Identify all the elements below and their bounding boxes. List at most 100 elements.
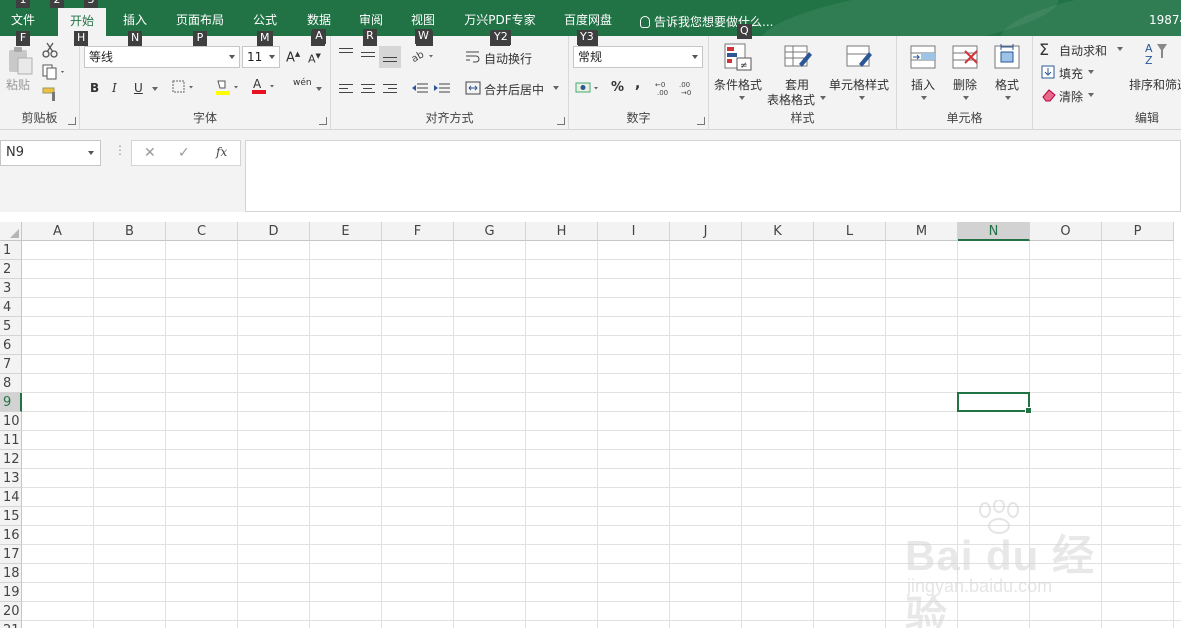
underline-button[interactable]: U bbox=[134, 81, 143, 95]
cell-styles-button[interactable]: 单元格样式 bbox=[829, 76, 889, 93]
alignment-launcher[interactable] bbox=[557, 117, 565, 125]
decrease-font-size-icon[interactable]: A▼ bbox=[308, 52, 321, 66]
insert-function-icon[interactable]: fx bbox=[216, 145, 227, 159]
column-header-h[interactable]: H bbox=[526, 222, 598, 241]
autosum-icon[interactable]: Σ bbox=[1039, 40, 1049, 59]
insert-cells-icon[interactable] bbox=[909, 42, 939, 72]
insert-cells-button[interactable]: 插入 bbox=[911, 76, 935, 93]
merge-dropdown-icon[interactable] bbox=[553, 86, 559, 90]
italic-button[interactable]: I bbox=[112, 81, 117, 95]
number-format-select[interactable]: 常规 bbox=[573, 46, 703, 68]
format-painter-icon[interactable] bbox=[42, 86, 60, 105]
wrap-text-icon[interactable] bbox=[465, 50, 481, 67]
column-header-i[interactable]: I bbox=[598, 222, 670, 241]
column-header-f[interactable]: F bbox=[382, 222, 454, 241]
row-header-21[interactable]: 21 bbox=[0, 621, 22, 628]
eraser-icon[interactable] bbox=[1041, 88, 1057, 105]
row-header-15[interactable]: 15 bbox=[0, 507, 22, 526]
select-all-button[interactable] bbox=[0, 222, 22, 241]
autosum-button[interactable]: 自动求和 bbox=[1059, 42, 1107, 59]
sort-filter-button[interactable]: 排序和筛选 bbox=[1129, 76, 1181, 93]
clipboard-launcher[interactable] bbox=[68, 117, 76, 125]
row-header-2[interactable]: 2 bbox=[0, 260, 22, 279]
row-header-8[interactable]: 8 bbox=[0, 374, 22, 393]
delete-cells-button[interactable]: 删除 bbox=[953, 76, 977, 93]
row-header-6[interactable]: 6 bbox=[0, 336, 22, 355]
column-header-a[interactable]: A bbox=[22, 222, 94, 241]
row-header-13[interactable]: 13 bbox=[0, 469, 22, 488]
format-cells-button[interactable]: 格式 bbox=[995, 76, 1019, 93]
orientation-icon[interactable]: ab bbox=[410, 48, 437, 67]
wrap-text-button[interactable]: 自动换行 bbox=[484, 50, 532, 67]
sort-filter-icon[interactable]: AZ bbox=[1143, 40, 1173, 70]
column-header-p[interactable]: P bbox=[1102, 222, 1174, 241]
row-header-12[interactable]: 12 bbox=[0, 450, 22, 469]
delete-cells-icon[interactable] bbox=[951, 42, 981, 72]
increase-indent-icon[interactable] bbox=[433, 82, 451, 99]
font-color-icon[interactable]: A bbox=[250, 77, 278, 98]
row-header-19[interactable]: 19 bbox=[0, 583, 22, 602]
clear-dropdown-icon[interactable] bbox=[1088, 93, 1094, 97]
row-header-14[interactable]: 14 bbox=[0, 488, 22, 507]
cell-styles-icon[interactable] bbox=[845, 42, 875, 72]
phonetic-dropdown-icon[interactable] bbox=[316, 87, 322, 91]
row-header-20[interactable]: 20 bbox=[0, 602, 22, 621]
column-header-k[interactable]: K bbox=[742, 222, 814, 241]
align-bottom-icon[interactable] bbox=[379, 46, 401, 68]
phonetic-guide-button[interactable]: wén bbox=[293, 78, 312, 88]
format-as-table-line2[interactable]: 表格格式 bbox=[767, 91, 815, 108]
column-header-d[interactable]: D bbox=[238, 222, 310, 241]
format-cells-icon[interactable] bbox=[993, 42, 1023, 72]
paste-button[interactable]: 粘贴 bbox=[6, 76, 30, 93]
column-header-n[interactable]: N bbox=[958, 222, 1030, 241]
row-header-3[interactable]: 3 bbox=[0, 279, 22, 298]
row-header-5[interactable]: 5 bbox=[0, 317, 22, 336]
user-account[interactable]: 19874 bbox=[1149, 13, 1181, 27]
increase-font-size-icon[interactable]: A▲ bbox=[286, 50, 300, 65]
formula-input[interactable] bbox=[245, 140, 1181, 212]
currency-icon[interactable] bbox=[575, 80, 601, 99]
name-box[interactable]: N9 bbox=[0, 140, 101, 166]
decrease-decimal-icon[interactable]: .00 →0 bbox=[679, 80, 699, 99]
percent-button[interactable]: % bbox=[611, 80, 624, 95]
bold-button[interactable]: B bbox=[90, 81, 99, 95]
row-header-11[interactable]: 11 bbox=[0, 431, 22, 450]
align-middle-icon[interactable] bbox=[361, 52, 375, 60]
paste-icon[interactable] bbox=[6, 46, 36, 76]
tell-me-search[interactable]: 告诉我您想要做什么... bbox=[640, 13, 773, 30]
copy-icon[interactable] bbox=[42, 64, 66, 83]
column-header-b[interactable]: B bbox=[94, 222, 166, 241]
cut-icon[interactable] bbox=[42, 42, 58, 61]
clear-button[interactable]: 清除 bbox=[1059, 88, 1083, 105]
increase-decimal-icon[interactable]: ←0.00 bbox=[655, 80, 675, 99]
merge-center-icon[interactable] bbox=[465, 81, 481, 98]
align-top-icon[interactable] bbox=[339, 48, 353, 60]
formula-bar-grip[interactable]: ⋮ bbox=[114, 143, 126, 157]
font-name-select[interactable]: 等线 bbox=[84, 46, 240, 68]
row-header-1[interactable]: 1 bbox=[0, 241, 22, 260]
merge-center-button[interactable]: 合并后居中 bbox=[484, 81, 544, 98]
column-header-e[interactable]: E bbox=[310, 222, 382, 241]
align-center-icon[interactable] bbox=[361, 84, 375, 96]
row-header-9[interactable]: 9 bbox=[0, 393, 22, 412]
row-header-4[interactable]: 4 bbox=[0, 298, 22, 317]
align-right-icon[interactable] bbox=[383, 84, 397, 96]
row-header-16[interactable]: 16 bbox=[0, 526, 22, 545]
column-header-o[interactable]: O bbox=[1030, 222, 1102, 241]
column-header-l[interactable]: L bbox=[814, 222, 886, 241]
column-header-m[interactable]: M bbox=[886, 222, 958, 241]
fill-down-icon[interactable] bbox=[1041, 65, 1055, 82]
borders-icon[interactable] bbox=[172, 80, 196, 97]
fill-color-icon[interactable] bbox=[214, 78, 242, 99]
enter-icon[interactable]: ✓ bbox=[178, 145, 190, 161]
row-header-7[interactable]: 7 bbox=[0, 355, 22, 374]
underline-dropdown-icon[interactable] bbox=[152, 87, 158, 91]
column-header-j[interactable]: J bbox=[670, 222, 742, 241]
font-launcher[interactable] bbox=[319, 117, 327, 125]
decrease-indent-icon[interactable] bbox=[411, 82, 429, 99]
autosum-dropdown-icon[interactable] bbox=[1117, 47, 1123, 51]
fill-button[interactable]: 填充 bbox=[1059, 65, 1083, 82]
comma-style-button[interactable]: , bbox=[635, 76, 640, 92]
row-header-17[interactable]: 17 bbox=[0, 545, 22, 564]
cancel-icon[interactable]: ✕ bbox=[144, 145, 156, 161]
